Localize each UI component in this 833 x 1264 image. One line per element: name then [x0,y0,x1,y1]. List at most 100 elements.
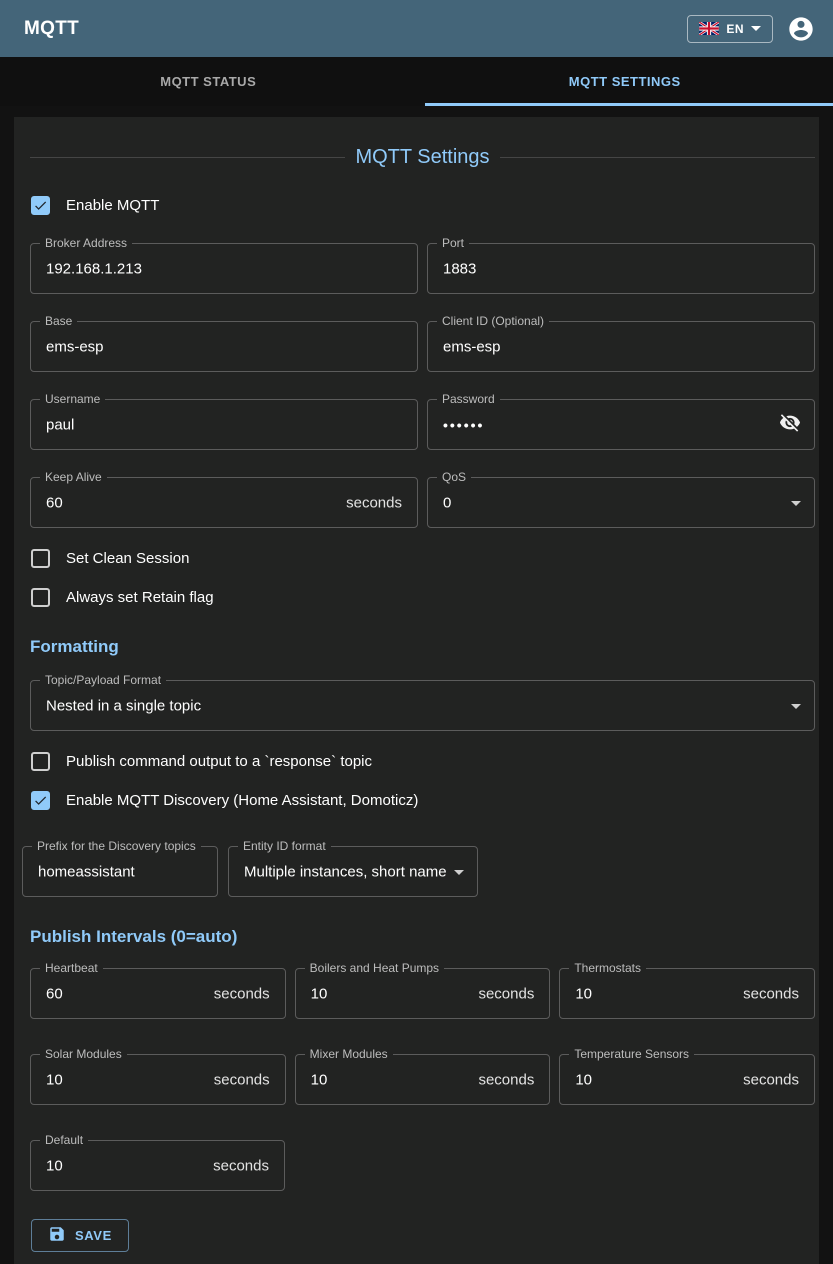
field-label: Port [437,236,469,250]
settings-card: MQTT Settings Enable MQTT Broker Address… [14,117,819,1264]
field-label: Default [40,1133,88,1147]
field-value: 192.168.1.213 [46,260,142,277]
selected-value: 0 [443,494,451,511]
checkbox-enable-mqtt[interactable] [31,196,50,215]
field-unit: seconds [213,1157,269,1174]
discovery-fields: Prefix for the Discovery topics homeassi… [22,846,815,897]
field-unit: seconds [214,985,270,1002]
keep-alive-field[interactable]: Keep Alive 60 seconds [30,477,418,528]
checkbox-row-mqtt-discovery[interactable]: Enable MQTT Discovery (Home Assistant, D… [31,788,815,812]
divider-line [30,157,345,158]
field-label: Topic/Payload Format [40,673,166,687]
default-interval-field[interactable]: Default 10 seconds [30,1140,285,1191]
field-unit: seconds [478,985,534,1002]
divider-line [500,157,815,158]
page-title-divider: MQTT Settings [30,143,815,171]
field-value: 10 [46,1071,63,1088]
field-label: Base [40,314,77,328]
field-label: Prefix for the Discovery topics [32,839,201,853]
checkbox-row-enable-mqtt[interactable]: Enable MQTT [31,193,815,217]
mixer-modules-field[interactable]: Mixer Modules 10 seconds [295,1054,551,1105]
username-field[interactable]: Username paul [30,399,418,450]
broker-address-field[interactable]: Broker Address 192.168.1.213 [30,243,418,294]
publish-interval-fields: Heartbeat 60 seconds Boilers and Heat Pu… [30,968,815,1105]
formatting-heading: Formatting [30,637,815,657]
checkbox-clean-session[interactable] [31,549,50,568]
field-label: Solar Modules [40,1047,127,1061]
language-selector-button[interactable]: EN [687,15,773,43]
topic-payload-format-select[interactable]: Topic/Payload Format Nested in a single … [30,680,815,731]
checkbox-label: Enable MQTT [66,197,159,214]
temperature-sensors-field[interactable]: Temperature Sensors 10 seconds [559,1054,815,1105]
tab-mqtt-status[interactable]: MQTT STATUS [0,57,417,106]
connection-fields: Broker Address 192.168.1.213 Port 1883 B… [30,243,815,528]
field-unit: seconds [214,1071,270,1088]
visibility-off-icon[interactable] [779,411,801,438]
selected-value: Nested in a single topic [46,697,201,714]
header-actions: EN [687,15,815,43]
field-label: Entity ID format [238,839,331,853]
checkbox-label: Publish command output to a `response` t… [66,753,372,770]
heartbeat-field[interactable]: Heartbeat 60 seconds [30,968,286,1019]
field-value: 10 [311,985,328,1002]
checkbox-mqtt-discovery[interactable] [31,791,50,810]
save-button[interactable]: SAVE [31,1219,129,1252]
field-value: 10 [46,1157,63,1174]
password-field[interactable]: Password •••••• [427,399,815,450]
field-value: 1883 [443,260,476,277]
field-unit: seconds [478,1071,534,1088]
chevron-down-icon [751,26,761,31]
solar-modules-field[interactable]: Solar Modules 10 seconds [30,1054,286,1105]
field-unit: seconds [743,985,799,1002]
field-value: 60 [46,494,63,511]
checkbox-row-clean-session[interactable]: Set Clean Session [31,546,815,570]
field-label: Thermostats [569,961,646,975]
port-field[interactable]: Port 1883 [427,243,815,294]
save-icon [48,1225,66,1246]
qos-select[interactable]: QoS 0 [427,477,815,528]
boilers-field[interactable]: Boilers and Heat Pumps 10 seconds [295,968,551,1019]
app-header: MQTT EN [0,0,833,57]
field-label: Keep Alive [40,470,107,484]
dropdown-arrow-icon [791,704,801,709]
checkbox-response-topic[interactable] [31,752,50,771]
checkbox-row-retain-flag[interactable]: Always set Retain flag [31,585,815,609]
checkbox-retain-flag[interactable] [31,588,50,607]
active-tab-indicator [425,103,833,106]
field-value: paul [46,416,74,433]
field-value: 10 [311,1071,328,1088]
field-value: ems-esp [443,338,501,355]
field-label: Boilers and Heat Pumps [305,961,444,975]
app-title: MQTT [24,18,79,40]
tab-bar: MQTT STATUS MQTT SETTINGS [0,57,833,106]
field-value: 10 [575,1071,592,1088]
save-button-label: SAVE [75,1228,112,1243]
checkbox-label: Set Clean Session [66,550,189,567]
entity-id-format-select[interactable]: Entity ID format Multiple instances, sho… [228,846,478,897]
field-value: 10 [575,985,592,1002]
field-label: Client ID (Optional) [437,314,549,328]
field-label: Broker Address [40,236,132,250]
language-label: EN [726,22,744,36]
field-label: QoS [437,470,471,484]
field-label: Mixer Modules [305,1047,393,1061]
base-field[interactable]: Base ems-esp [30,321,418,372]
selected-value: Multiple instances, short name [244,863,447,880]
uk-flag-icon [699,22,719,35]
account-circle-icon[interactable] [787,15,815,43]
publish-intervals-heading: Publish Intervals (0=auto) [30,927,815,947]
field-label: Username [40,392,105,406]
field-label: Heartbeat [40,961,103,975]
checkbox-label: Always set Retain flag [66,589,214,606]
thermostats-field[interactable]: Thermostats 10 seconds [559,968,815,1019]
page-title: MQTT Settings [345,146,499,169]
checkbox-row-response-topic[interactable]: Publish command output to a `response` t… [31,749,815,773]
dropdown-arrow-icon [454,870,464,875]
checkbox-label: Enable MQTT Discovery (Home Assistant, D… [66,792,418,809]
field-value: 60 [46,985,63,1002]
tab-mqtt-settings[interactable]: MQTT SETTINGS [417,57,833,106]
field-value: homeassistant [38,863,135,880]
client-id-field[interactable]: Client ID (Optional) ems-esp [427,321,815,372]
discovery-prefix-field[interactable]: Prefix for the Discovery topics homeassi… [22,846,218,897]
field-value: ems-esp [46,338,104,355]
